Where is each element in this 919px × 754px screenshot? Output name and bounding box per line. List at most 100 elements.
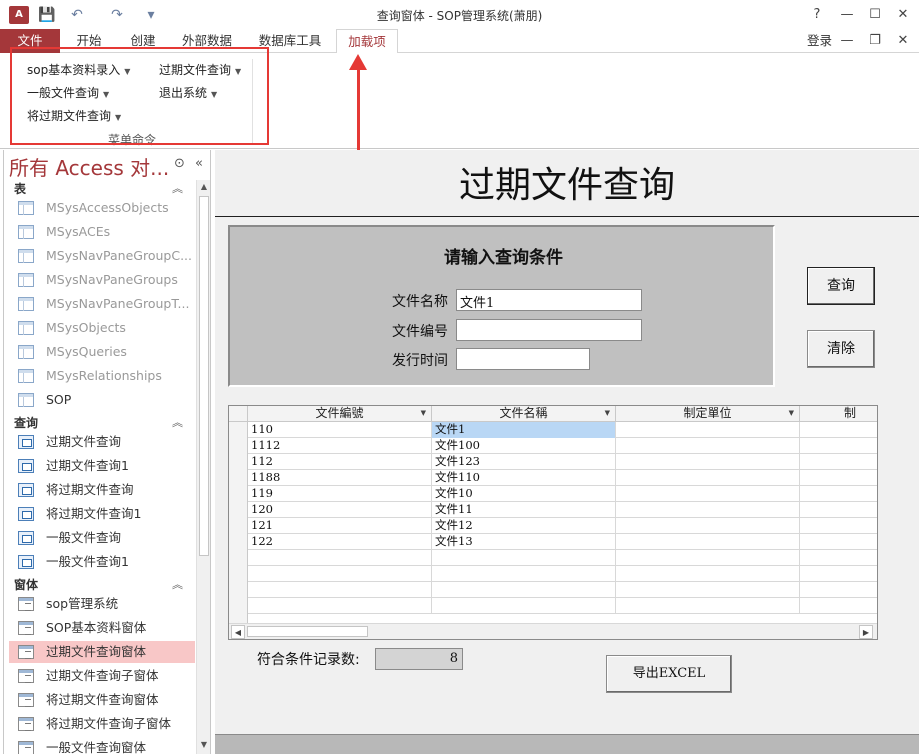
help-button[interactable]: ? [806,5,828,25]
table-cell[interactable] [616,486,800,502]
section-collapse-icon[interactable]: ︽ [172,576,183,592]
nav-item-table[interactable]: MSysNavPaneGroups [9,269,195,291]
table-cell[interactable]: 120 [248,502,432,518]
table-cell[interactable]: 文件1 [432,422,616,438]
scroll-down-icon[interactable]: ▼ [197,738,210,752]
table-cell[interactable]: 文件110 [432,470,616,486]
table-cell[interactable] [616,582,800,598]
row-selector-column[interactable] [229,406,248,639]
menu-general-query[interactable]: 一般文件查询 ▼ [27,84,109,101]
nav-item-form[interactable]: sop管理系统 [9,593,195,615]
table-cell[interactable] [432,550,616,566]
nav-item-query[interactable]: 一般文件查询 [9,527,195,549]
nav-item-query[interactable]: 过期文件查询1 [9,455,195,477]
nav-item-table[interactable]: MSysRelationships [9,365,195,387]
nav-item-table[interactable]: MSysNavPaneGroupC... [9,245,195,267]
table-cell[interactable] [616,534,800,550]
menu-expired-query[interactable]: 过期文件查询 ▼ [159,61,241,78]
column-header[interactable]: 文件名稱 ▼ [432,406,616,422]
column-header[interactable]: 制 [800,406,877,422]
doc-minimize-button[interactable]: — [836,31,858,51]
table-row[interactable]: 122 文件13 [248,534,877,550]
save-icon[interactable]: 💾 [38,6,56,24]
nav-item-form[interactable]: 将过期文件查询窗体 [9,689,195,711]
nav-pane-title[interactable]: 所有 Access 对... [9,152,169,181]
table-cell[interactable]: 1188 [248,470,432,486]
tab-database-tools[interactable]: 数据库工具 [250,29,330,53]
table-cell[interactable] [432,566,616,582]
nav-collapse-icon[interactable]: « [195,156,203,171]
table-cell[interactable] [248,582,432,598]
table-row[interactable]: 1112 文件100 [248,438,877,454]
nav-item-form[interactable]: 将过期文件查询子窗体 [9,713,195,735]
table-cell[interactable]: 文件12 [432,518,616,534]
file-number-input[interactable] [456,319,642,341]
nav-item-query[interactable]: 一般文件查询1 [9,551,195,573]
file-name-input[interactable]: 文件1 [456,289,642,311]
tab-file[interactable]: 文件 [0,29,60,53]
section-collapse-icon[interactable]: ︽ [172,180,183,196]
nav-scroll-thumb[interactable] [199,196,209,556]
issue-date-input[interactable] [456,348,590,370]
menu-expiring-query[interactable]: 将过期文件查询 ▼ [27,107,121,124]
table-cell[interactable] [616,422,800,438]
table-cell[interactable]: 文件123 [432,454,616,470]
maximize-button[interactable]: ☐ [864,5,886,25]
nav-item-form[interactable]: SOP基本资料窗体 [9,617,195,639]
horizontal-scroll-thumb[interactable] [247,626,368,637]
close-button[interactable]: ✕ [892,5,914,25]
minimize-button[interactable]: — [836,5,858,25]
datasheet-horizontal-scrollbar[interactable]: ◀ ▶ [229,623,877,639]
table-cell[interactable]: 文件10 [432,486,616,502]
table-cell[interactable]: 文件100 [432,438,616,454]
tab-add-ins[interactable]: 加载项 [336,29,398,54]
customize-toolbar-icon[interactable]: ▾ [142,6,160,24]
table-cell[interactable] [616,598,800,614]
table-cell[interactable] [616,518,800,534]
chevron-down-icon[interactable]: ▼ [789,406,794,421]
tab-home[interactable]: 开始 [64,29,114,53]
table-cell[interactable] [248,550,432,566]
nav-scrollbar[interactable]: ▲ ▼ [196,180,210,754]
table-cell[interactable]: 110 [248,422,432,438]
table-row-empty[interactable] [248,550,877,566]
tab-external-data[interactable]: 外部数据 [172,29,242,53]
table-cell[interactable] [616,470,800,486]
column-header[interactable]: 制定單位 ▼ [616,406,800,422]
tab-create[interactable]: 创建 [118,29,168,53]
nav-section-queries[interactable]: 查询 [14,414,38,431]
table-cell[interactable]: 121 [248,518,432,534]
doc-restore-button[interactable]: ❐ [864,31,886,51]
results-datasheet[interactable]: 文件編號 ▼ 文件名稱 ▼ 制定單位 ▼ 制 110 文件1 1112 文件100 1… [228,405,878,640]
table-cell[interactable] [248,598,432,614]
nav-item-table[interactable]: MSysACEs [9,221,195,243]
redo-icon[interactable]: ↷ [108,6,126,24]
nav-item-query[interactable]: 过期文件查询 [9,431,195,453]
nav-item-query[interactable]: 将过期文件查询1 [9,503,195,525]
nav-item-table[interactable]: MSysQueries [9,341,195,363]
nav-section-tables[interactable]: 表 [14,180,26,197]
nav-section-forms[interactable]: 窗体 [14,576,38,593]
table-row-empty[interactable] [248,598,877,614]
chevron-down-icon[interactable]: ▼ [605,406,610,421]
table-row[interactable]: 121 文件12 [248,518,877,534]
scroll-up-icon[interactable]: ▲ [197,180,210,194]
table-row[interactable]: 112 文件123 [248,454,877,470]
undo-icon[interactable]: ↶ [68,6,86,24]
table-cell[interactable]: 文件13 [432,534,616,550]
nav-item-query[interactable]: 将过期文件查询 [9,479,195,501]
select-all-corner[interactable] [229,406,248,422]
query-button[interactable]: 查询 [807,267,875,305]
nav-item-table[interactable]: MSysNavPaneGroupT... [9,293,195,315]
table-cell[interactable]: 文件11 [432,502,616,518]
login-link[interactable]: 登录 [807,30,832,49]
table-row[interactable]: 120 文件11 [248,502,877,518]
chevron-down-icon[interactable]: ▼ [421,406,426,421]
scroll-left-icon[interactable]: ◀ [231,625,245,639]
nav-item-table[interactable]: SOP [9,389,195,411]
column-header[interactable]: 文件編號 ▼ [248,406,432,422]
doc-close-button[interactable]: ✕ [892,31,914,51]
table-cell[interactable] [616,438,800,454]
nav-item-form[interactable]: 一般文件查询窗体 [9,737,195,754]
table-row[interactable]: 1188 文件110 [248,470,877,486]
